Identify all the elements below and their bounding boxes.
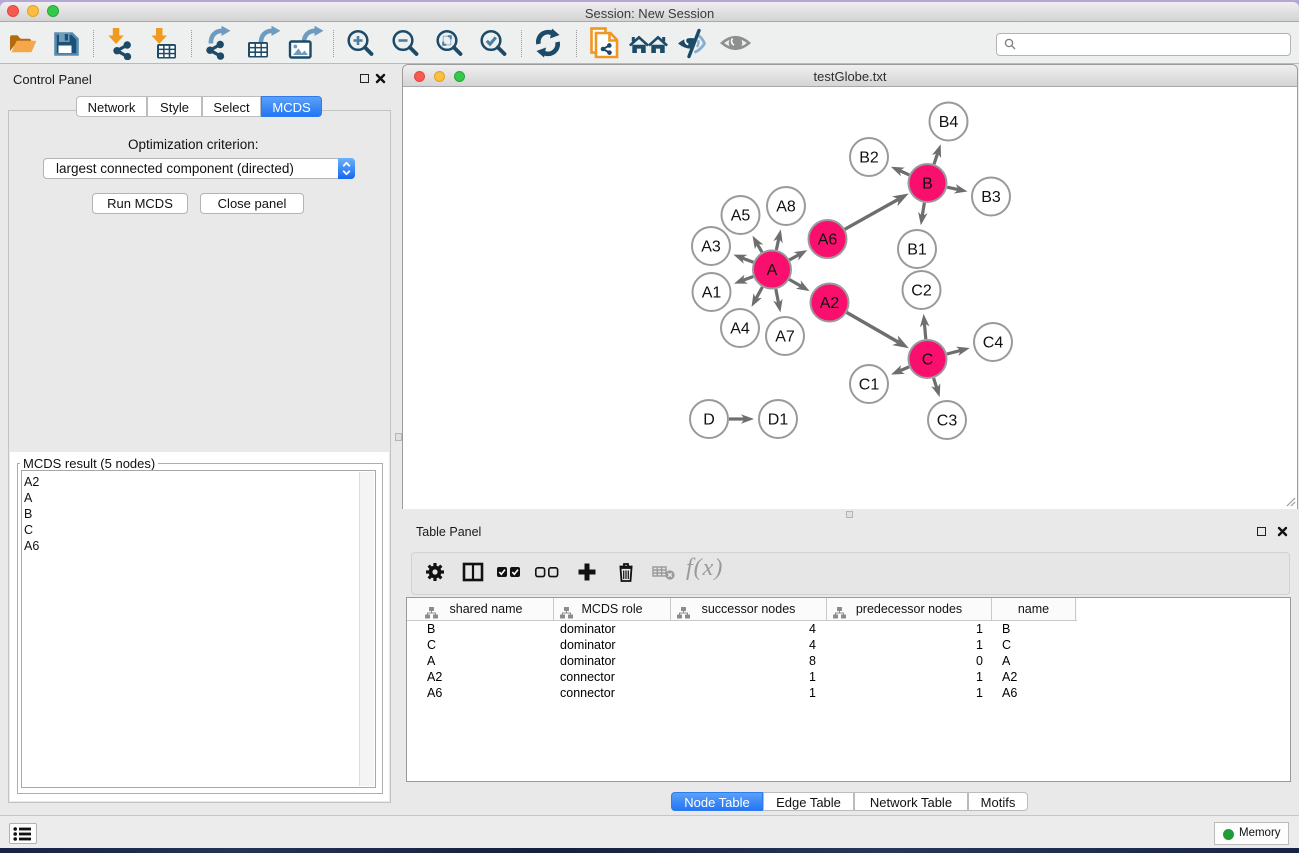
svg-text:A: A (767, 262, 778, 279)
svg-text:B1: B1 (907, 242, 927, 259)
svg-text:D1: D1 (768, 412, 789, 429)
svg-text:A5: A5 (731, 208, 751, 225)
svg-text:A8: A8 (776, 199, 796, 216)
svg-text:B4: B4 (939, 114, 959, 131)
svg-text:B: B (922, 176, 933, 193)
svg-text:C2: C2 (911, 283, 932, 300)
svg-text:B3: B3 (981, 189, 1001, 206)
svg-text:C: C (922, 352, 934, 369)
svg-text:A6: A6 (818, 232, 838, 249)
svg-text:C1: C1 (859, 377, 880, 394)
svg-text:D: D (703, 412, 715, 429)
svg-text:B2: B2 (859, 150, 879, 167)
svg-text:A1: A1 (702, 285, 722, 302)
svg-text:A4: A4 (730, 321, 750, 338)
svg-text:A7: A7 (775, 329, 795, 346)
svg-text:C3: C3 (937, 413, 958, 430)
svg-text:A2: A2 (820, 295, 840, 312)
svg-text:C4: C4 (983, 335, 1004, 352)
svg-text:A3: A3 (701, 239, 721, 256)
